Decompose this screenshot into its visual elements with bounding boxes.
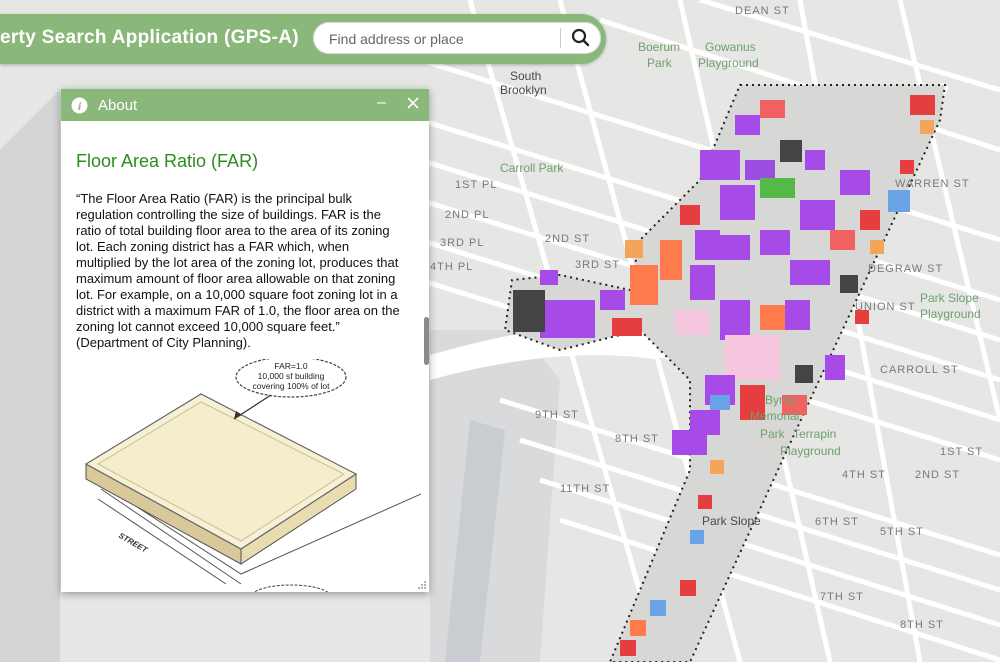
street-label: 4TH ST [842, 469, 886, 481]
street-label: CARROLL ST [880, 364, 959, 376]
street-caption: STREET [117, 531, 150, 555]
search-button[interactable] [567, 26, 595, 50]
resize-grip-icon[interactable] [417, 580, 427, 590]
street-label: 8TH ST [900, 619, 944, 631]
street-label: 8TH ST [615, 433, 659, 445]
neighborhood-label: Park Slope [702, 514, 761, 528]
street-label: 4TH PL [430, 261, 473, 273]
street-label: 2ND ST [545, 233, 590, 245]
street-label: 2ND ST [915, 469, 960, 481]
callout-text: 10,000 sf building [258, 371, 325, 381]
park-label: Byrne [765, 393, 797, 407]
street-label: 9TH ST [535, 409, 579, 421]
panel-header: i About – [61, 89, 429, 121]
app-title: erty Search Application (GPS-A) [0, 27, 299, 48]
street-label: 6TH ST [815, 516, 859, 528]
park-label: Gowanus [705, 40, 756, 54]
search-input[interactable] [327, 28, 561, 50]
street-label: 3RD PL [440, 237, 485, 249]
park-label: Terrapin [793, 427, 836, 441]
panel-body[interactable]: Floor Area Ratio (FAR) “The Floor Area R… [61, 121, 429, 592]
street-label: WARREN ST [895, 178, 970, 190]
content-heading: Floor Area Ratio (FAR) [76, 151, 259, 171]
content-paragraph: “The Floor Area Ratio (FAR) is the princ… [76, 191, 400, 350]
callout-text: FAR=1.0 [274, 361, 308, 371]
search-divider [560, 28, 561, 48]
info-icon: i [71, 97, 88, 114]
street-label: 2ND PL [445, 209, 490, 221]
waterfront [0, 90, 60, 662]
street-label: DEGRAW ST [868, 263, 943, 275]
panel-title: About [98, 97, 138, 114]
park-label: Park [760, 427, 786, 441]
park-label: Boerum [638, 40, 680, 54]
scrollbar-thumb[interactable] [424, 317, 429, 365]
street-label: UNION ST [855, 301, 916, 313]
about-panel: i About – Floor Area Ratio (FAR) “The Fl… [61, 89, 429, 592]
street-label: 3RD ST [575, 259, 620, 271]
search-icon [571, 28, 590, 47]
street-label: 11TH ST [560, 483, 610, 495]
park-label: Playground [920, 307, 981, 321]
app-header: erty Search Application (GPS-A) [0, 14, 606, 64]
park-label: Playground [698, 56, 759, 70]
callout-text: covering 100% of lot [252, 381, 330, 391]
park-label: Carroll Park [500, 161, 564, 175]
park-label: Playground [780, 444, 841, 458]
street-label: 7TH ST [820, 591, 864, 603]
park-label: Memorial [750, 409, 799, 423]
far-diagram: FAR=1.0 10,000 sf building covering 100%… [84, 359, 421, 592]
place-label: Brooklyn [500, 83, 547, 97]
minimize-button[interactable]: – [377, 94, 393, 114]
street-label: DEAN ST [735, 5, 790, 17]
street-label: 1ST ST [940, 446, 983, 458]
street-label: 1ST PL [455, 179, 498, 191]
place-label: South [510, 69, 541, 83]
search-box [313, 22, 601, 54]
close-icon[interactable] [405, 93, 421, 113]
park-label: Park [647, 56, 673, 70]
park-label: Park Slope [920, 291, 979, 305]
street-label: 5TH ST [880, 526, 924, 538]
